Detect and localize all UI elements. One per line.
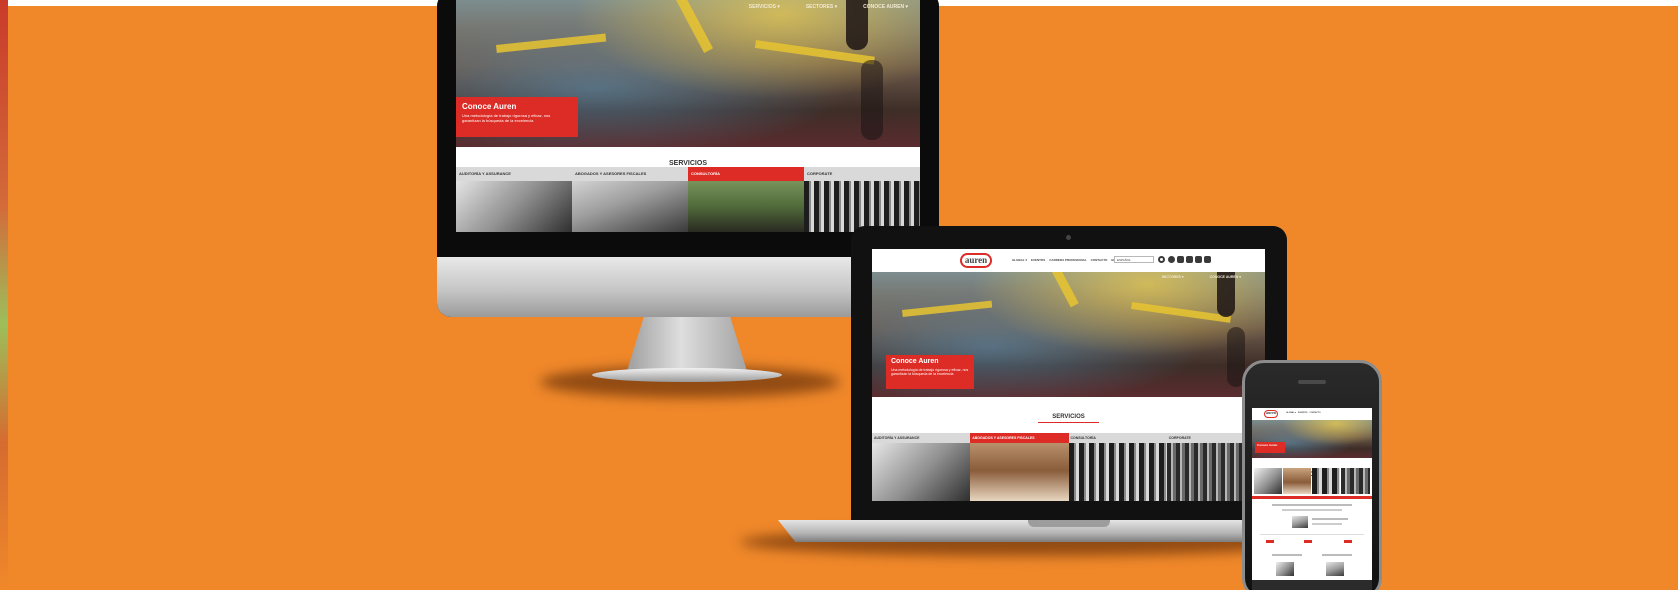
header-nav-events[interactable]: EVENTOS: [1298, 412, 1308, 414]
hero-nav: SECTORES ▾ CONOCE AUREN ▾: [1162, 272, 1265, 279]
nav-item-about[interactable]: CONOCE AUREN ▾: [1210, 275, 1241, 279]
services-bar: SERVICIOS: [1252, 458, 1372, 476]
laptop-notch: [1028, 520, 1110, 527]
phone-screen: auren GLOBAL ▾ EVENTOS CONTACTO Conoce A…: [1252, 408, 1372, 590]
header-nav-contact[interactable]: CONTACTO: [1091, 258, 1108, 262]
runner-reflection: [861, 60, 883, 140]
phone-tile[interactable]: [1312, 468, 1340, 494]
services-bar: SERVICIOS: [872, 397, 1265, 433]
brand-logo[interactable]: auren: [1264, 410, 1278, 418]
hero-card-text: Una metodología de trabajo rigurosa y ef…: [891, 368, 969, 377]
left-edge-photo-fragment: [0, 0, 8, 590]
facebook-icon[interactable]: [1168, 256, 1175, 263]
nav-item-sectors[interactable]: SECTORES ▾: [806, 4, 837, 10]
header-nav-global[interactable]: GLOBAL ▾: [1012, 258, 1027, 262]
phone-image: [1292, 516, 1308, 528]
hero-banner: SERVICIOS ▾ SECTORES ▾ CONOCE AUREN ▾ Co…: [456, 0, 920, 147]
phone-image: [1276, 562, 1294, 576]
phone-tile[interactable]: [1283, 468, 1311, 494]
header-nav-career[interactable]: CARRERA PROFESIONAL: [1049, 258, 1086, 262]
header-nav-global[interactable]: GLOBAL ▾: [1286, 412, 1296, 414]
services-title: SERVICIOS: [1038, 414, 1099, 423]
services-tiles: AUDITORÍA Y ASSURANCE ABOGADOS Y ASESORE…: [872, 433, 1265, 501]
hero-card-text: Una metodología de trabajo rigurosa y ef…: [462, 113, 551, 123]
phone-red-bar: [1252, 496, 1372, 499]
phone-text-line: [1322, 554, 1352, 556]
nav-item-about[interactable]: CONOCE AUREN ▾: [863, 4, 908, 10]
tile-auditoria[interactable]: AUDITORÍA Y ASSURANCE: [872, 433, 971, 501]
phone-tile[interactable]: [1254, 468, 1282, 494]
twitter-icon[interactable]: [1177, 256, 1184, 263]
hero-card[interactable]: Conoce Auren Una metodología de trabajo …: [886, 355, 974, 389]
hero-nav: SERVICIOS ▾ SECTORES ▾ CONOCE AUREN ▾: [749, 0, 920, 10]
phone-speaker: [1298, 380, 1326, 384]
services-bar: SERVICIOS: [456, 147, 920, 170]
services-tiles: AUDITORÍA Y ASSURANCE ABOGADOS Y ASESORE…: [456, 167, 920, 232]
road-stripe: [902, 300, 993, 317]
phone-divider: [1260, 534, 1364, 535]
tile-corporate[interactable]: CORPORATE: [804, 167, 920, 232]
header-nav: GLOBAL ▾ EVENTOS CARRERA PROFESIONAL CON…: [1012, 258, 1118, 262]
phone-footer: [1252, 580, 1372, 590]
phone-header: auren GLOBAL ▾ EVENTOS CONTACTO: [1252, 408, 1372, 420]
laptop-screen: auren GLOBAL ▾ EVENTOS CARRERA PROFESION…: [872, 249, 1265, 501]
language-select[interactable]: ESPAÑOL: [1114, 256, 1154, 263]
hero-card-title: Conoce Auren: [1257, 443, 1278, 447]
camera-icon: [1066, 235, 1071, 240]
search-icon[interactable]: [1158, 256, 1165, 263]
tile-auditoria[interactable]: AUDITORÍA Y ASSURANCE: [456, 167, 572, 232]
phone-text-line: [1312, 518, 1348, 520]
nav-item-sectors[interactable]: SECTORES ▾: [1162, 275, 1184, 279]
tile-label: ABOGADOS Y ASESORES FISCALES: [572, 167, 688, 181]
tile-label: ABOGADOS Y ASESORES FISCALES: [970, 433, 1069, 443]
hero-card-title: Conoce Auren: [462, 102, 517, 111]
header-nav-contact[interactable]: CONTACTO: [1310, 412, 1321, 414]
monitor-stand-neck: [627, 317, 747, 371]
phone-tile[interactable]: [1341, 468, 1370, 494]
linkedin-icon[interactable]: [1195, 256, 1202, 263]
tile-consultoria[interactable]: CONSULTORÍA: [1068, 433, 1167, 501]
tile-label: CONSULTORÍA: [1068, 433, 1167, 443]
hero-banner: SECTORES ▾ CONOCE AUREN ▾ Conoce Auren U…: [872, 272, 1265, 397]
nav-item-services[interactable]: SERVICIOS ▾: [749, 4, 780, 10]
road-stripe: [496, 33, 607, 53]
road-stripe: [676, 0, 713, 53]
phone-red-dot: [1266, 540, 1274, 543]
tile-abogados[interactable]: ABOGADOS Y ASESORES FISCALES: [572, 167, 688, 232]
brand-logo[interactable]: auren: [960, 253, 992, 268]
hero-card-title: Conoce Auren: [891, 358, 939, 365]
tile-consultoria[interactable]: CONSULTORÍA: [688, 167, 804, 232]
tile-label: CORPORATE: [804, 167, 920, 181]
phone-red-dot: [1344, 540, 1352, 543]
tile-label: CONSULTORÍA: [688, 167, 804, 181]
phone-red-dot: [1304, 540, 1312, 543]
header-nav: GLOBAL ▾ EVENTOS CONTACTO: [1286, 412, 1321, 414]
site-header: auren GLOBAL ▾ EVENTOS CARRERA PROFESION…: [872, 249, 1265, 272]
road-stripe: [1052, 272, 1079, 308]
phone-text-line: [1272, 554, 1302, 556]
phone-text-line: [1272, 504, 1352, 506]
tile-label: AUDITORÍA Y ASSURANCE: [456, 167, 572, 181]
phone-image: [1326, 562, 1344, 576]
hero-card[interactable]: Conoce Auren Una metodología de trabajo …: [456, 97, 578, 137]
youtube-icon[interactable]: [1186, 256, 1193, 263]
hero-banner: Conoce Auren: [1252, 420, 1372, 458]
header-nav-events[interactable]: EVENTOS: [1031, 258, 1045, 262]
hero-card[interactable]: Conoce Auren: [1255, 442, 1285, 453]
phone-text-line: [1312, 523, 1342, 525]
tile-abogados[interactable]: ABOGADOS Y ASESORES FISCALES: [970, 433, 1069, 501]
monitor-stand-base: [592, 368, 782, 382]
rss-icon[interactable]: [1204, 256, 1211, 263]
monitor-screen: SERVICIOS ▾ SECTORES ▾ CONOCE AUREN ▾ Co…: [456, 0, 920, 232]
tile-label: AUDITORÍA Y ASSURANCE: [872, 433, 971, 443]
phone-text-line: [1282, 509, 1342, 511]
